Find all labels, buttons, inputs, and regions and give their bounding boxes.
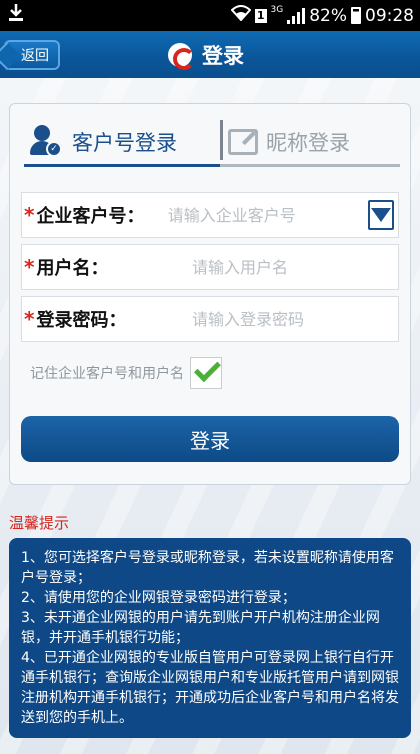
tip-line: 1、您可选择客户号登录或昵称登录，若未设置昵称请使用客户号登录； xyxy=(21,550,394,586)
company-id-field: * 企业客户号： xyxy=(21,192,399,238)
tips-box: 1、您可选择客户号登录或昵称登录，若未设置昵称请使用客户号登录； 2、请使用您的… xyxy=(9,538,411,738)
remember-me: 记住企业客户号和用户名 xyxy=(30,355,222,390)
check-icon xyxy=(193,355,221,383)
tab-nickname-label: 昵称登录 xyxy=(266,131,350,155)
page-title-text: 登录 xyxy=(202,43,244,68)
edit-icon xyxy=(228,129,258,155)
login-card: ✓ 客户号登录 昵称登录 * 企业客户号： * 用户名： * 登录密码： 记住企… xyxy=(9,103,411,485)
required-mark: * xyxy=(24,307,35,331)
company-id-input[interactable] xyxy=(167,193,368,237)
tip-line: 4、已开通企业网银的专业版自管用户可登录网上银行自行开通手机银行；查询版企业网银… xyxy=(21,650,399,726)
page-title: 登录 xyxy=(168,31,244,78)
user-icon: ✓ xyxy=(30,125,64,159)
username-input[interactable] xyxy=(192,245,398,289)
remember-me-checkbox[interactable] xyxy=(190,355,222,389)
username-label: * 用户名： xyxy=(24,255,109,279)
status-indicators: 1 3G 82% 09:28 xyxy=(230,0,414,31)
clock: 09:28 xyxy=(365,5,414,26)
password-label: * 登录密码： xyxy=(24,307,127,331)
tab-nickname-login[interactable]: 昵称登录 xyxy=(228,120,350,164)
username-field: * 用户名： xyxy=(21,244,399,290)
network-type: 3G xyxy=(270,5,284,15)
bank-logo-icon xyxy=(168,42,195,70)
tab-account-login[interactable]: ✓ 客户号登录 xyxy=(30,120,177,164)
password-field: * 登录密码： xyxy=(21,296,399,342)
sim-indicator: 1 xyxy=(254,8,267,23)
password-input[interactable] xyxy=(192,297,398,341)
tab-divider xyxy=(220,120,223,160)
battery-percent: 82% xyxy=(309,5,347,26)
status-bar: 1 3G 82% 09:28 xyxy=(0,0,420,31)
login-button[interactable]: 登录 xyxy=(21,416,399,462)
required-mark: * xyxy=(24,203,35,227)
signal-icon xyxy=(287,7,306,24)
tab-active-indicator xyxy=(24,164,220,167)
download-icon xyxy=(8,4,24,26)
battery-icon xyxy=(351,7,361,24)
tip-line: 3、未开通企业网银的用户请先到账户开户机构注册企业网银，并开通手机银行功能； xyxy=(21,610,380,646)
tips-title: 温馨提示 xyxy=(9,514,70,532)
wifi-icon xyxy=(230,5,252,26)
app-header: 返回 登录 xyxy=(0,31,420,78)
tip-line: 2、请使用您的企业网银登录密码进行登录； xyxy=(21,590,296,606)
back-button-label: 返回 xyxy=(21,48,49,64)
company-id-dropdown-button[interactable] xyxy=(367,200,394,230)
tab-account-label: 客户号登录 xyxy=(72,131,177,155)
back-button[interactable]: 返回 xyxy=(4,40,60,70)
remember-me-label: 记住企业客户号和用户名 xyxy=(30,366,184,382)
company-id-label: * 企业客户号： xyxy=(24,203,145,227)
tab-inactive-indicator xyxy=(220,164,400,167)
required-mark: * xyxy=(24,255,35,279)
